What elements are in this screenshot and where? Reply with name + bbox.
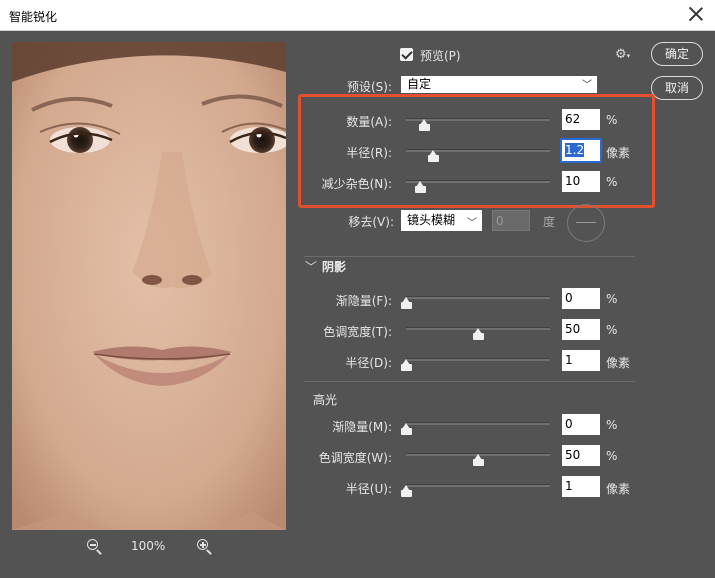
shadow-tonal-input[interactable]: 50 bbox=[562, 319, 600, 340]
preview-image[interactable] bbox=[12, 42, 286, 530]
highlight-fade-slider-thumb[interactable] bbox=[401, 423, 412, 435]
remove-select[interactable]: 镜头模糊 ﹀ bbox=[401, 210, 482, 231]
shadow-tonal-unit: % bbox=[606, 323, 618, 337]
annotation-highlight-box bbox=[298, 94, 655, 208]
preview-checkbox-label: 预览(P) bbox=[420, 49, 461, 63]
face-photo bbox=[12, 42, 286, 530]
zoom-controls: 100% bbox=[86, 538, 216, 556]
cancel-button[interactable]: 取消 bbox=[651, 76, 703, 100]
angle-input[interactable]: 0 bbox=[492, 210, 530, 231]
angle-unit: 度 bbox=[543, 215, 556, 229]
shadow-radius-unit: 像素 bbox=[606, 356, 631, 370]
preview-checkbox[interactable] bbox=[400, 48, 413, 61]
shadow-tonal-label: 色调宽度(T): bbox=[323, 325, 392, 339]
highlights-title: 高光 bbox=[313, 393, 338, 407]
shadow-radius-slider-track[interactable] bbox=[406, 358, 550, 361]
preset-value: 自定 bbox=[407, 77, 432, 91]
highlight-radius-slider-thumb[interactable] bbox=[401, 485, 412, 497]
gear-icon[interactable]: ⚙▾ bbox=[615, 47, 630, 62]
chevron-down-icon: ﹀ bbox=[467, 218, 477, 229]
shadow-fade-label: 渐隐量(F): bbox=[335, 294, 392, 308]
remove-value: 镜头模糊 bbox=[407, 213, 456, 227]
highlight-tonal-input[interactable]: 50 bbox=[562, 445, 600, 466]
highlight-radius-label: 半径(U): bbox=[345, 482, 392, 496]
shadow-radius-input[interactable]: 1 bbox=[562, 350, 600, 371]
angle-dial-indicator bbox=[576, 222, 596, 223]
highlight-radius-slider-track[interactable] bbox=[406, 484, 550, 487]
highlight-fade-label: 渐隐量(M): bbox=[332, 420, 392, 434]
zoom-level: 100% bbox=[131, 539, 166, 553]
shadows-divider bbox=[304, 256, 635, 257]
shadow-fade-input[interactable]: 0 bbox=[562, 288, 600, 309]
highlight-fade-input[interactable]: 0 bbox=[562, 414, 600, 435]
shadow-fade-slider-thumb[interactable] bbox=[401, 297, 412, 309]
highlights-divider bbox=[304, 381, 635, 382]
close-icon[interactable] bbox=[687, 5, 705, 23]
shadow-fade-unit: % bbox=[606, 292, 618, 306]
highlight-tonal-label: 色调宽度(W): bbox=[318, 451, 392, 465]
chevron-down-icon: ﹀ bbox=[582, 80, 592, 91]
shadow-radius-slider-thumb[interactable] bbox=[401, 359, 412, 371]
title-bar: 智能锐化 bbox=[0, 0, 715, 31]
shadow-tonal-slider-thumb[interactable] bbox=[473, 328, 484, 340]
highlight-fade-unit: % bbox=[606, 418, 618, 432]
zoom-in-icon[interactable] bbox=[196, 538, 212, 555]
shadow-fade-slider-track[interactable] bbox=[406, 296, 550, 299]
chevron-down-icon[interactable]: ﹀ bbox=[305, 258, 317, 275]
preset-select[interactable]: 自定 ﹀ bbox=[401, 76, 597, 93]
ok-button[interactable]: 确定 bbox=[651, 42, 703, 66]
window-title: 智能锐化 bbox=[9, 10, 58, 24]
angle-dial[interactable] bbox=[567, 204, 605, 242]
highlight-tonal-slider-thumb[interactable] bbox=[473, 454, 484, 466]
shadows-title[interactable]: 阴影 bbox=[322, 258, 346, 275]
highlight-tonal-unit: % bbox=[606, 449, 618, 463]
highlight-radius-unit: 像素 bbox=[606, 482, 631, 496]
highlight-radius-input[interactable]: 1 bbox=[562, 476, 600, 497]
zoom-out-icon[interactable] bbox=[86, 538, 102, 555]
preset-label: 预设(S): bbox=[346, 80, 392, 94]
highlight-fade-slider-track[interactable] bbox=[406, 422, 550, 425]
remove-label: 移去(V): bbox=[348, 215, 394, 229]
shadow-radius-label: 半径(D): bbox=[345, 356, 392, 370]
